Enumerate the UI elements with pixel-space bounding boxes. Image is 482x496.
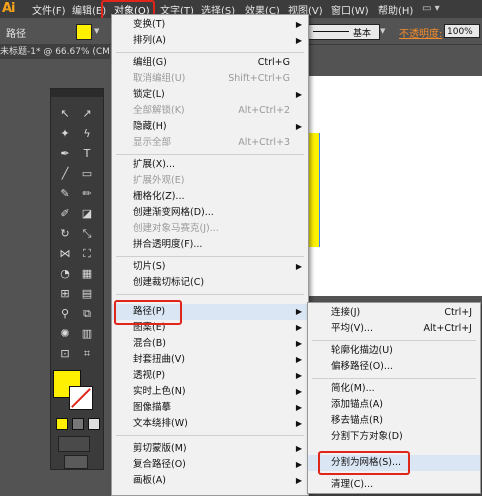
menu-item-arrange[interactable]: 排列(A) ▶: [112, 33, 308, 49]
menu-item-image-trace[interactable]: 图像描摹 ▶: [112, 400, 308, 416]
magic-wand-tool-icon[interactable]: ✦: [57, 126, 73, 142]
menu-separator: [312, 340, 476, 341]
submenu-item-average[interactable]: 平均(V)... Alt+Ctrl+J: [308, 321, 480, 337]
eyedropper-tool-icon[interactable]: ⚲: [57, 306, 73, 322]
line-tool-icon[interactable]: ╱: [57, 166, 73, 182]
selection-tool-icon[interactable]: ↖: [57, 106, 73, 122]
menu-item-artboards[interactable]: 画板(A) ▶: [112, 473, 308, 489]
menu-item-group[interactable]: 编组(G) Ctrl+G: [112, 55, 308, 71]
blend-tool-icon[interactable]: ⧉: [79, 306, 95, 322]
app-logo: Ai: [2, 1, 16, 16]
menu-item-slice[interactable]: 切片(S) ▶: [112, 259, 308, 275]
menu-item-rasterize[interactable]: 栅格化(Z)...: [112, 189, 308, 205]
menu-item-expand[interactable]: 扩展(X)...: [112, 157, 308, 173]
menu-separator: [116, 435, 304, 436]
free-transform-tool-icon[interactable]: ⛶: [79, 246, 95, 262]
menu-item-envelope-distort[interactable]: 封套扭曲(V) ▶: [112, 352, 308, 368]
submenu-item-join[interactable]: 连接(J) Ctrl+J: [308, 305, 480, 321]
artboard-tool-icon[interactable]: ⊡: [57, 346, 73, 362]
stroke-style-select[interactable]: 基本: [308, 24, 380, 40]
width-tool-icon[interactable]: ⋈: [57, 246, 73, 262]
document-tab[interactable]: 未标题-1* @ 66.67% (CM: [0, 44, 110, 59]
gradient-mode-icon[interactable]: [72, 418, 84, 430]
window-controls-icon[interactable]: ▭ ▾: [422, 3, 440, 14]
object-menu: 变换(T) ▶ 排列(A) ▶ 编组(G) Ctrl+G 取消编组(U) Shift+C…: [111, 14, 309, 496]
menu-separator: [312, 378, 476, 379]
menu-separator: [116, 294, 304, 295]
submenu-item-add-anchor-points[interactable]: 添加锚点(A): [308, 397, 480, 413]
path-item-highlight: [114, 300, 182, 325]
none-mode-icon[interactable]: [88, 418, 100, 430]
menu-item-object-mosaic[interactable]: 创建对象马赛克(J)...: [112, 221, 308, 237]
menu-item-flatten-transparency[interactable]: 拼合透明度(F)...: [112, 237, 308, 253]
menu-item-live-paint[interactable]: 实时上色(N) ▶: [112, 384, 308, 400]
menu-separator: [116, 256, 304, 257]
artboard[interactable]: [300, 76, 482, 296]
menu-item-lock[interactable]: 锁定(L) ▶: [112, 87, 308, 103]
menu-item-ungroup[interactable]: 取消编组(U) Shift+Ctrl+G: [112, 71, 308, 87]
blob-brush-tool-icon[interactable]: ✐: [57, 206, 73, 222]
slice-tool-icon[interactable]: ⌗: [79, 346, 95, 362]
perspective-grid-tool-icon[interactable]: ▦: [79, 266, 95, 282]
fill-dropdown-icon[interactable]: ▼: [94, 27, 99, 35]
column-graph-tool-icon[interactable]: ▥: [79, 326, 95, 342]
menu-item-crop-marks[interactable]: 创建裁切标记(C): [112, 275, 308, 291]
type-tool-icon[interactable]: T: [79, 146, 95, 162]
stroke-color-swatch[interactable]: [69, 386, 93, 410]
submenu-item-outline-stroke[interactable]: 轮廓化描边(U): [308, 343, 480, 359]
submenu-item-offset-path[interactable]: 偏移路径(O)...: [308, 359, 480, 375]
scale-tool-icon[interactable]: ⤡: [79, 226, 95, 242]
symbol-sprayer-tool-icon[interactable]: ✺: [57, 326, 73, 342]
submenu-item-simplify[interactable]: 简化(M)...: [308, 381, 480, 397]
menu-item-clipping-mask[interactable]: 剪切蒙版(M) ▶: [112, 441, 308, 457]
menu-separator: [116, 52, 304, 53]
opacity-label[interactable]: 不透明度:: [399, 25, 442, 40]
menu-item-hide[interactable]: 隐藏(H) ▶: [112, 119, 308, 135]
menu-item-show-all[interactable]: 显示全部 Alt+Ctrl+3: [112, 135, 308, 151]
rectangle-tool-icon[interactable]: ▭: [79, 166, 95, 182]
color-mode-icon[interactable]: [56, 418, 68, 430]
submenu-item-divide-objects-below[interactable]: 分割下方对象(D): [308, 429, 480, 445]
menu-item-transform[interactable]: 变换(T) ▶: [112, 17, 308, 33]
menu-item-expand-appearance[interactable]: 扩展外观(E): [112, 173, 308, 189]
menu-help[interactable]: 帮助(H): [378, 2, 413, 17]
mesh-tool-icon[interactable]: ⊞: [57, 286, 73, 302]
menu-item-compound-path[interactable]: 复合路径(O) ▶: [112, 457, 308, 473]
stroke-style-dropdown-icon[interactable]: ▼: [380, 27, 385, 35]
menu-window[interactable]: 窗口(W): [331, 2, 369, 17]
shape-builder-tool-icon[interactable]: ◔: [57, 266, 73, 282]
lasso-tool-icon[interactable]: ϟ: [79, 126, 95, 142]
menu-item-perspective[interactable]: 透视(P) ▶: [112, 368, 308, 384]
draw-mode-icon[interactable]: [58, 436, 90, 452]
pencil-tool-icon[interactable]: ✏: [79, 186, 95, 202]
submenu-item-clean-up[interactable]: 清理(C)...: [308, 477, 480, 493]
none-stroke-icon: [71, 388, 91, 408]
paintbrush-tool-icon[interactable]: ✎: [57, 186, 73, 202]
menu-item-blend[interactable]: 混合(B) ▶: [112, 336, 308, 352]
selection-bounding-edge: [319, 133, 320, 247]
selection-type-label: 路径: [6, 29, 26, 40]
direct-selection-tool-icon[interactable]: ↗: [79, 106, 95, 122]
menu-item-unlock-all[interactable]: 全部解锁(K) Alt+Ctrl+2: [112, 103, 308, 119]
gradient-tool-icon[interactable]: ▤: [79, 286, 95, 302]
menu-file[interactable]: 文件(F): [32, 2, 66, 17]
menu-item-text-wrap[interactable]: 文本绕排(W) ▶: [112, 416, 308, 432]
menu-item-gradient-mesh[interactable]: 创建渐变网格(D)...: [112, 205, 308, 221]
stroke-style-value: 基本: [353, 29, 372, 39]
eraser-tool-icon[interactable]: ◪: [79, 206, 95, 222]
submenu-item-remove-anchor-points[interactable]: 移去锚点(R): [308, 413, 480, 429]
split-grid-highlight: [318, 451, 410, 475]
tools-panel-grip[interactable]: [51, 89, 103, 97]
pen-tool-icon[interactable]: ✒: [57, 146, 73, 162]
menu-separator: [116, 154, 304, 155]
fill-swatch[interactable]: [76, 24, 92, 40]
screen-mode-icon[interactable]: [64, 455, 88, 469]
rotate-tool-icon[interactable]: ↻: [57, 226, 73, 242]
opacity-input[interactable]: 100%: [444, 24, 480, 38]
stroke-line-icon: [313, 31, 349, 32]
